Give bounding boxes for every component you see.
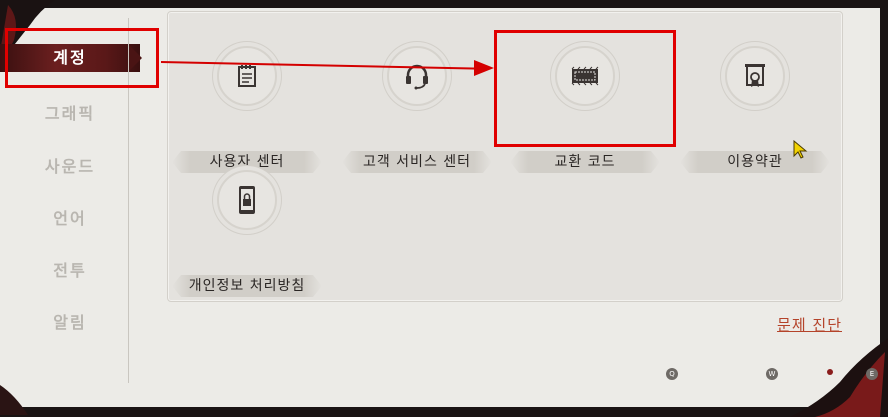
- hotkey-e-badge: E: [866, 368, 878, 380]
- privacy-policy-tile[interactable]: 개인정보 처리방침: [172, 170, 322, 297]
- certificate-icon: [725, 46, 785, 106]
- sidebar-item-graphics[interactable]: 그래픽: [0, 100, 140, 124]
- highlight-box-redeem-code: [494, 30, 676, 147]
- privacy-policy-label: 개인정보 처리방침: [172, 275, 322, 297]
- notebook-icon: [217, 46, 277, 106]
- sidebar-item-combat[interactable]: 전투: [0, 257, 140, 281]
- sidebar-item-sound[interactable]: 사운드: [0, 153, 140, 177]
- hotkey-w-badge: W: [766, 368, 778, 380]
- sidebar-item-language[interactable]: 언어: [0, 205, 140, 229]
- headset-icon: [387, 46, 447, 106]
- highlight-box-account: [5, 28, 159, 88]
- customer-service-tile[interactable]: 고객 서비스 센터: [342, 46, 492, 173]
- window-top-edge: [0, 0, 888, 8]
- mouse-cursor-icon: [793, 140, 808, 159]
- sidebar-item-notification[interactable]: 알림: [0, 309, 140, 333]
- customer-service-label: 고객 서비스 센터: [342, 151, 492, 173]
- annotation-arrow-head: [474, 60, 494, 76]
- redeem-code-label: 교환 코드: [510, 151, 660, 173]
- hotkey-q-badge: Q: [666, 368, 678, 380]
- diagnose-problem-link[interactable]: 문제 진단: [777, 314, 842, 335]
- window-bottom-edge: [0, 407, 888, 417]
- phone-lock-icon: [217, 170, 277, 230]
